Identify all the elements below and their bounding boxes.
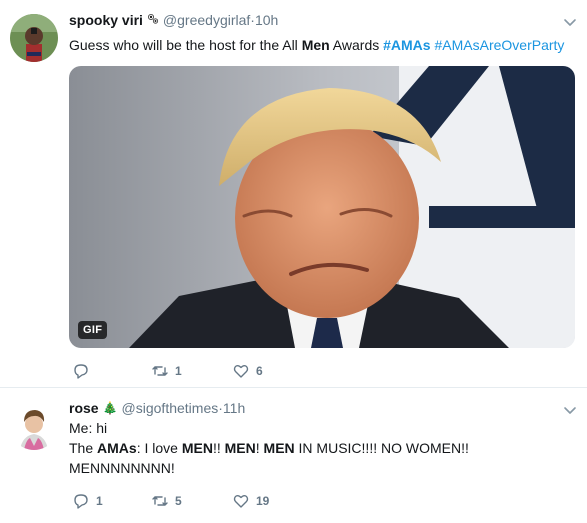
hashtag-link[interactable]: #AMAsAreOverParty <box>434 37 564 53</box>
eye-emoji-icon <box>147 12 159 28</box>
text-part: !! <box>212 440 225 456</box>
gif-media[interactable]: GIF <box>69 66 575 348</box>
chevron-down-icon[interactable] <box>561 401 579 419</box>
reply-icon <box>74 494 88 509</box>
text-bold: MEN <box>263 440 295 456</box>
chevron-down-icon[interactable] <box>561 13 579 31</box>
text-line: Me: hi <box>69 420 108 436</box>
retweet-count: 5 <box>175 494 182 508</box>
like-button[interactable]: 19 <box>232 492 269 510</box>
like-count: 6 <box>256 364 263 378</box>
tweet-2[interactable]: rose 🎄 @sigofthetimes · 11h Me: hi The A… <box>0 388 587 523</box>
reply-count: 1 <box>96 494 103 508</box>
avatar[interactable] <box>10 402 58 450</box>
timestamp[interactable]: 11h <box>223 400 245 416</box>
christmas-tree-emoji-icon: 🎄 <box>102 401 118 415</box>
text-bold: Men <box>301 37 330 53</box>
text-part: : I love <box>136 440 182 456</box>
text-part: Awards <box>329 37 384 53</box>
like-button[interactable]: 6 <box>232 362 263 380</box>
tweet-text: Guess who will be the host for the All M… <box>69 35 564 55</box>
gif-image <box>69 66 575 348</box>
display-name[interactable]: rose <box>69 400 99 416</box>
reply-icon <box>74 364 88 379</box>
user-handle[interactable]: @greedygirlaf <box>163 12 250 28</box>
display-name[interactable]: spooky viri <box>69 12 143 28</box>
avatar[interactable] <box>10 14 58 62</box>
text-line: MENNNNNNNN! <box>69 460 175 476</box>
retweet-icon <box>152 366 168 376</box>
text-part: ! <box>255 440 264 456</box>
text-line: The AMAs: I love MEN!! MEN! MEN IN MUSIC… <box>69 438 469 458</box>
tweet-1[interactable]: spooky viri @greedygirlaf · 10h Guess wh… <box>0 0 587 388</box>
heart-icon <box>233 495 249 508</box>
hashtag-link[interactable]: #AMAs <box>383 37 430 53</box>
heart-icon <box>233 365 249 378</box>
text-bold: MEN <box>181 440 213 456</box>
tweet-text: Me: hi The AMAs: I love MEN!! MEN! MEN I… <box>69 418 469 478</box>
user-handle[interactable]: @sigofthetimes <box>122 400 219 416</box>
reply-button[interactable]: 1 <box>72 492 103 510</box>
text-part: IN MUSIC!!!! NO WOMEN!! <box>294 440 469 456</box>
text-bold: MEN <box>224 440 256 456</box>
timestamp[interactable]: 10h <box>255 12 278 28</box>
retweet-icon <box>152 496 168 506</box>
text-bold: AMAs <box>97 440 137 456</box>
text-part: Guess who will be the host for the All <box>69 37 302 53</box>
text-part: The <box>69 440 98 456</box>
reply-button[interactable] <box>72 362 96 380</box>
like-count: 19 <box>256 494 270 508</box>
retweet-button[interactable]: 1 <box>151 362 182 380</box>
retweet-button[interactable]: 5 <box>151 492 182 510</box>
retweet-count: 1 <box>175 364 182 378</box>
gif-badge: GIF <box>78 321 108 339</box>
